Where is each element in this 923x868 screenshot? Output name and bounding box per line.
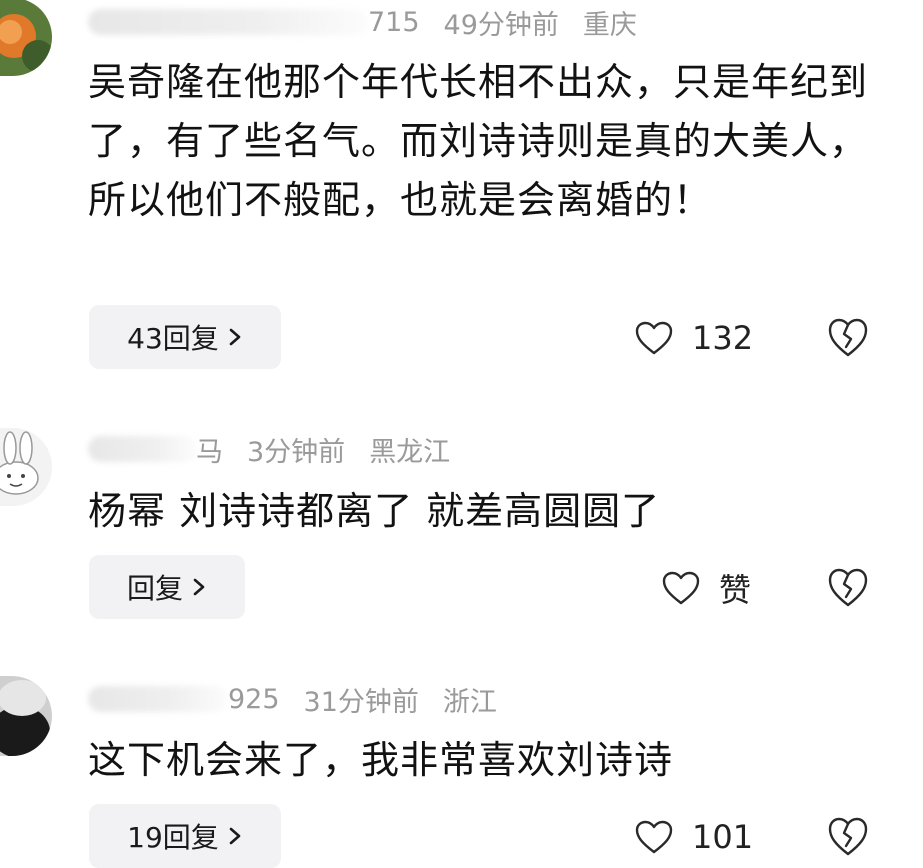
- reply-button[interactable]: 回复: [89, 555, 245, 619]
- like-count: 赞: [719, 571, 752, 609]
- like-button[interactable]: 132: [634, 313, 753, 363]
- avatar[interactable]: [0, 676, 52, 756]
- comment-meta: 715 49分钟前 重庆: [88, 2, 637, 42]
- username-suffix[interactable]: 715: [368, 7, 420, 38]
- like-button[interactable]: 101: [634, 812, 753, 862]
- comment-text: 这下机会来了，我非常喜欢刘诗诗: [88, 738, 674, 782]
- heart-icon: [662, 571, 700, 605]
- comment-time: 31分钟前: [303, 686, 419, 718]
- like-button[interactable]: 赞: [661, 563, 751, 613]
- comment-location: 浙江: [442, 686, 497, 718]
- heart-icon: [635, 820, 673, 854]
- reply-label: 回复: [126, 572, 183, 605]
- reply-label: 43回复: [127, 322, 219, 355]
- reply-label: 19回复: [127, 821, 219, 854]
- heart-icon: [635, 321, 673, 355]
- avatar[interactable]: [0, 428, 52, 506]
- broken-heart-icon[interactable]: [826, 566, 870, 610]
- username-suffix[interactable]: 925: [228, 684, 280, 715]
- broken-heart-icon[interactable]: [826, 815, 870, 859]
- reply-button[interactable]: 19回复: [89, 804, 281, 868]
- chevron-right-icon: [229, 827, 241, 845]
- comment-location: 重庆: [582, 9, 637, 41]
- like-count: 132: [692, 319, 754, 357]
- comment-location: 黑龙江: [369, 436, 451, 468]
- username-blurred[interactable]: [88, 436, 196, 462]
- username-blurred[interactable]: [88, 686, 228, 712]
- like-count: 101: [692, 818, 754, 856]
- comment-meta: 925 31分钟前 浙江: [88, 679, 497, 719]
- comment-meta: 马 3分钟前 黑龙江: [88, 429, 450, 469]
- comment-time: 49分钟前: [443, 9, 559, 41]
- avatar[interactable]: [0, 0, 52, 76]
- chevron-right-icon: [193, 578, 205, 596]
- broken-heart-icon[interactable]: [826, 316, 870, 360]
- comment-text: 杨幂 刘诗诗都离了 就差高圆圆了: [88, 489, 661, 533]
- username-suffix[interactable]: 马: [196, 430, 223, 469]
- username-blurred[interactable]: [88, 9, 368, 35]
- comment-time: 3分钟前: [247, 436, 346, 468]
- reply-button[interactable]: 43回复: [89, 305, 281, 369]
- chevron-right-icon: [229, 328, 241, 346]
- comment-text: 吴奇隆在他那个年代长相不出众，只是年纪到了，有了些名气。而刘诗诗则是真的大美人，…: [88, 60, 869, 222]
